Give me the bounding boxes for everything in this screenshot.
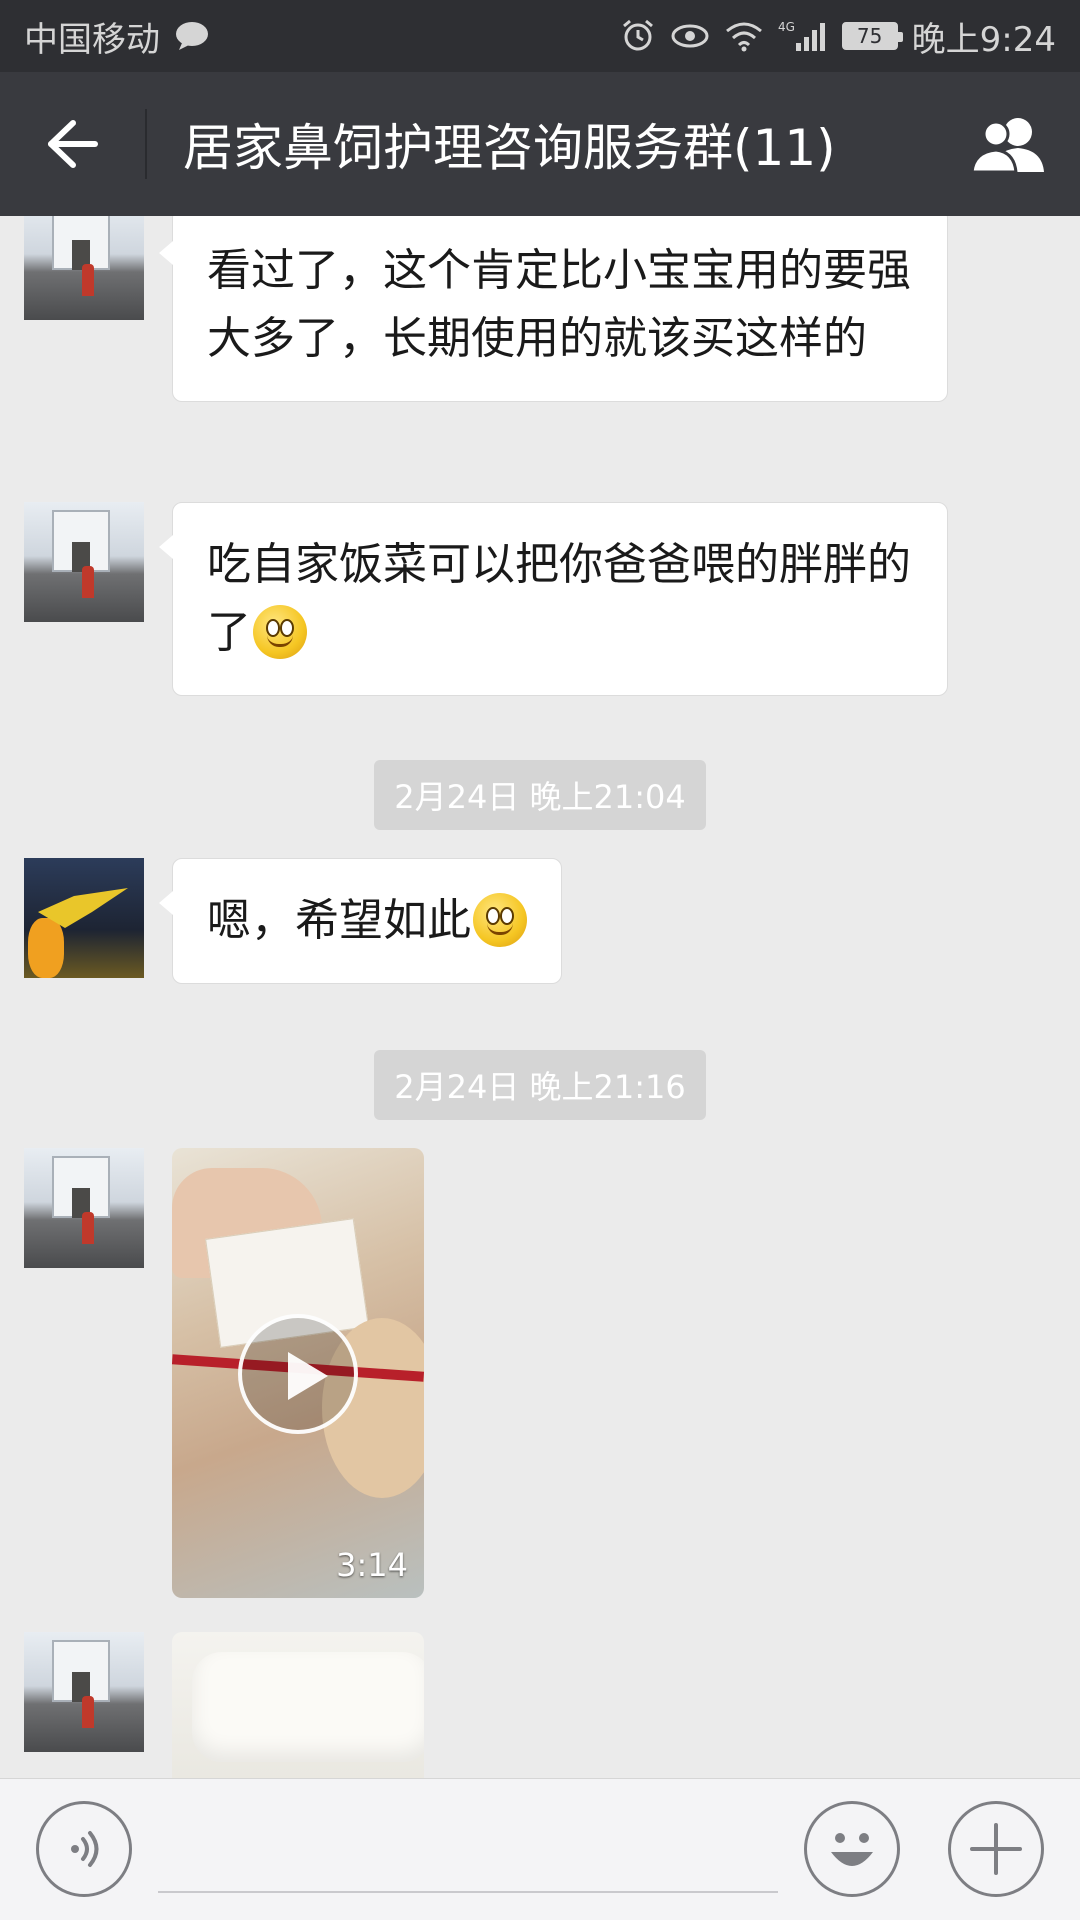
back-button[interactable]: [0, 72, 145, 216]
avatar-figure: [82, 1212, 94, 1244]
timestamp-label: 2月24日 晚上21:04: [374, 760, 706, 830]
video-message[interactable]: [172, 1632, 424, 1778]
message-text: 嗯，希望如此: [207, 895, 471, 946]
plus-icon: [970, 1823, 1022, 1875]
group-members-button[interactable]: [940, 72, 1080, 216]
play-icon[interactable]: [238, 1314, 358, 1434]
sender-avatar[interactable]: [24, 1632, 144, 1752]
battery-icon: 75: [841, 22, 903, 50]
avatar-figure: [82, 264, 94, 296]
title-bar: 居家鼻饲护理咨询服务群(11): [0, 72, 1080, 216]
network-type: 4G: [778, 20, 795, 34]
avatar-glow: [28, 918, 64, 978]
voice-icon: [71, 1831, 99, 1867]
voice-button[interactable]: [36, 1801, 132, 1897]
timestamp-divider: 2月24日 晚上21:04: [0, 760, 1080, 830]
input-bar: [0, 1778, 1080, 1920]
sender-avatar[interactable]: [24, 1148, 144, 1268]
video-message[interactable]: 3:14: [172, 1148, 424, 1598]
more-button[interactable]: [948, 1801, 1044, 1897]
chat-title: 居家鼻饲护理咨询服务群(11): [183, 119, 836, 177]
sender-avatar[interactable]: [24, 502, 144, 622]
avatar-figure: [82, 566, 94, 598]
message-bubble[interactable]: 嗯，希望如此: [159, 858, 562, 984]
smile-emoji-icon: [253, 605, 307, 659]
group-members-icon: [970, 118, 1044, 174]
eye-icon: [670, 21, 710, 51]
sender-avatar[interactable]: [24, 216, 144, 320]
timestamp-divider: 2月24日 晚上21:16: [0, 1050, 1080, 1120]
message-input[interactable]: [158, 1809, 778, 1893]
chat-message-list[interactable]: 看过了，这个肯定比小宝宝用的要强大多了，长期使用的就该买这样的 吃自家饭菜可以把…: [0, 216, 1080, 1778]
message-bubble[interactable]: 吃自家饭菜可以把你爸爸喂的胖胖的了: [159, 502, 948, 696]
carrier-label: 中国移动: [24, 19, 160, 60]
message-bubble[interactable]: 看过了，这个肯定比小宝宝用的要强大多了，长期使用的就该买这样的: [159, 216, 948, 402]
signal-icon: 4G: [778, 19, 828, 53]
emoji-icon: [831, 1833, 873, 1866]
wifi-icon: [724, 20, 764, 52]
status-right: 4G 75 晚上9:24: [620, 12, 1056, 61]
avatar-figure: [82, 1696, 94, 1728]
back-arrow-icon: [47, 120, 98, 168]
alarm-icon: [620, 18, 656, 54]
timestamp-label: 2月24日 晚上21:16: [374, 1050, 706, 1120]
clock-label: 晚上9:24: [911, 19, 1056, 60]
message-text: 看过了，这个肯定比小宝宝用的要强大多了，长期使用的就该买这样的: [207, 245, 911, 364]
status-bar: 中国移动 4G 75 晚上9:24: [0, 0, 1080, 72]
message-bubble-icon: [174, 21, 210, 51]
status-left: 中国移动: [24, 12, 210, 61]
wechat-chat-screen: 中国移动 4G 75 晚上9:24 居家鼻饲护理咨询服务群(11) 看过了，这个…: [0, 0, 1080, 1920]
video-thumb-pillow: [192, 1652, 424, 1762]
sender-avatar[interactable]: [24, 858, 144, 978]
smile-emoji-icon: [473, 893, 527, 947]
message-text: 吃自家饭菜可以把你爸爸喂的胖胖的了: [207, 539, 911, 658]
emoji-button[interactable]: [804, 1801, 900, 1897]
video-duration: 3:14: [336, 1546, 408, 1584]
